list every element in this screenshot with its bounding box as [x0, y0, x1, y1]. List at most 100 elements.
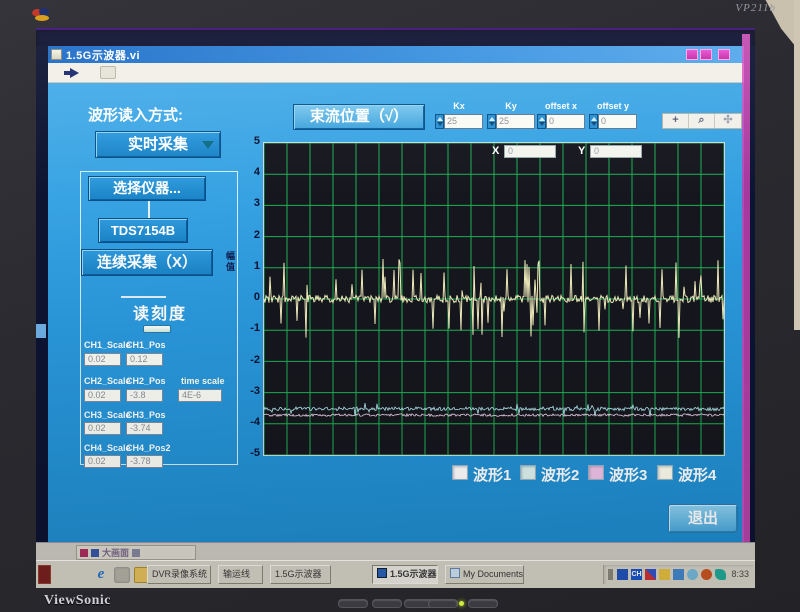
- waveform-svg: [264, 143, 724, 455]
- kx-spinner[interactable]: [435, 114, 444, 129]
- kx-control[interactable]: Kx 25: [435, 102, 483, 132]
- tray-icon[interactable]: [701, 569, 712, 580]
- taskbar-button-my-documents[interactable]: My Documents: [445, 565, 524, 584]
- ky-field[interactable]: 25: [496, 114, 535, 129]
- labview-vi-icon: [51, 49, 62, 60]
- close-button[interactable]: [718, 49, 730, 60]
- language-indicator[interactable]: CH: [631, 569, 642, 580]
- ch2-scale-field[interactable]: 0.02: [84, 389, 121, 402]
- pan-tool-icon[interactable]: ✣: [715, 114, 741, 128]
- labview-window: 1.5G示波器.vi 波形读入方式: 实时采集: [48, 46, 744, 542]
- ky-control[interactable]: Ky 25: [487, 102, 535, 132]
- waveform1-checkbox[interactable]: [452, 465, 468, 480]
- ch2-pos-field[interactable]: -3.8: [126, 389, 163, 402]
- taskbar-button-transport[interactable]: 输运线: [218, 565, 263, 584]
- tray-icon[interactable]: [715, 569, 726, 580]
- chevron-down-icon: [202, 141, 214, 149]
- background-window-text: 大画面: [102, 546, 129, 559]
- waveform-graph[interactable]: X 0 Y 0: [263, 142, 725, 456]
- bg-glyph-icon: [80, 549, 88, 557]
- cursor-x-field[interactable]: 0: [504, 145, 556, 158]
- ch4-pos-field[interactable]: -3.78: [126, 455, 163, 468]
- minimize-button[interactable]: [686, 49, 698, 60]
- monitor-button-2[interactable]: [372, 599, 402, 608]
- desktop-strip-left: [36, 46, 48, 560]
- scale-indicator: [143, 325, 171, 333]
- offset-y-label: offset y: [589, 101, 637, 111]
- instrument-name-button[interactable]: TDS7154B: [98, 218, 188, 243]
- y-tick: 2: [234, 229, 260, 241]
- power-led: [459, 601, 464, 606]
- offset-x-field[interactable]: 0: [546, 114, 585, 129]
- vi-toolbar: [48, 63, 744, 83]
- time-scale-field[interactable]: 4E-6: [178, 389, 222, 402]
- internet-explorer-icon[interactable]: [93, 567, 109, 583]
- y-tick: 0: [234, 291, 260, 303]
- read-mode-value: 实时采集: [128, 136, 188, 153]
- monitor-power-button[interactable]: [468, 599, 498, 608]
- background-window-strip: 大画面: [36, 542, 755, 560]
- taskbar-button-dvr[interactable]: DVR录像系统: [147, 565, 211, 584]
- kx-field[interactable]: 25: [444, 114, 483, 129]
- beam-position-button[interactable]: 束流位置（√）: [293, 104, 425, 130]
- read-mode-dropdown[interactable]: 实时采集: [95, 131, 221, 158]
- taskbar-button-scope-active[interactable]: 1.5G示波器: [372, 565, 438, 584]
- cursor-tool-icon[interactable]: +: [663, 114, 689, 128]
- background-window-tab[interactable]: 大画面: [76, 545, 196, 560]
- monitor-button-1[interactable]: [338, 599, 368, 608]
- ch3-scale-label: CH3_Scale: [84, 410, 131, 420]
- ch3-pos-field[interactable]: -3.74: [126, 422, 163, 435]
- waveform3-checkbox[interactable]: [588, 465, 604, 480]
- ch4-scale-field[interactable]: 0.02: [84, 455, 121, 468]
- y-tick: -5: [234, 447, 260, 459]
- waveform2-label: 波形2: [541, 464, 579, 485]
- exit-button[interactable]: 退出: [668, 504, 738, 533]
- waveform1-label: 波形1: [473, 464, 511, 485]
- wall-background-edge: [794, 0, 800, 330]
- tray-icon[interactable]: [645, 569, 656, 580]
- ch1-scale-label: CH1_Scale: [84, 340, 131, 350]
- tray-icon[interactable]: [659, 569, 670, 580]
- ky-label: Ky: [487, 101, 535, 111]
- window-titlebar[interactable]: 1.5G示波器.vi: [48, 46, 744, 63]
- offset-y-field[interactable]: 0: [598, 114, 637, 129]
- ky-spinner[interactable]: [487, 114, 496, 129]
- zoom-tool-icon[interactable]: ⌕: [689, 114, 715, 128]
- waveform2-checkbox[interactable]: [520, 465, 536, 480]
- cursor-y-label: Y: [578, 145, 585, 157]
- offset-x-control[interactable]: offset x 0: [537, 102, 585, 132]
- desktop-icon-sliver[interactable]: [36, 324, 46, 338]
- ch1-pos-field[interactable]: 0.12: [126, 353, 163, 366]
- read-mode-label: 波形读入方式:: [88, 104, 183, 125]
- cursor-y-field[interactable]: 0: [590, 145, 642, 158]
- start-button-partial[interactable]: [38, 565, 51, 584]
- tray-icon[interactable]: [687, 569, 698, 580]
- monitor-button-4[interactable]: [428, 599, 458, 608]
- abort-icon[interactable]: [100, 66, 116, 79]
- taskbar-button-scope-1[interactable]: 1.5G示波器: [270, 565, 331, 584]
- waveform4-checkbox[interactable]: [657, 465, 673, 480]
- separator-line: [121, 296, 166, 298]
- tray-icon[interactable]: [608, 569, 613, 580]
- select-instrument-button[interactable]: 选择仪器...: [88, 176, 206, 201]
- y-tick: -2: [234, 354, 260, 366]
- taskbar: DVR录像系统 输运线 1.5G示波器 1.5G示波器 My Documents…: [36, 560, 755, 588]
- ch2-pos-label: CH2_Pos: [126, 376, 166, 386]
- tray-icon[interactable]: [673, 569, 684, 580]
- graph-palette: + ⌕ ✣: [662, 113, 742, 129]
- offset-y-control[interactable]: offset y 0: [589, 102, 637, 132]
- waveform4-label: 波形4: [678, 464, 716, 485]
- offset-y-spinner[interactable]: [589, 114, 598, 129]
- continuous-acquire-button[interactable]: 连续采集（X）: [81, 249, 213, 276]
- scale-section-title: 读刻度: [118, 300, 202, 324]
- y-tick: 4: [234, 166, 260, 178]
- tray-icon[interactable]: [617, 569, 628, 580]
- ch1-scale-field[interactable]: 0.02: [84, 353, 121, 366]
- run-arrow-tip[interactable]: [70, 68, 79, 78]
- offset-x-spinner[interactable]: [537, 114, 546, 129]
- ch3-scale-field[interactable]: 0.02: [84, 422, 121, 435]
- time-scale-label: time scale: [181, 376, 225, 386]
- screen: 1.5G示波器.vi 波形读入方式: 实时采集: [36, 28, 755, 586]
- maximize-button[interactable]: [700, 49, 712, 60]
- quick-launch-icon[interactable]: [114, 567, 130, 583]
